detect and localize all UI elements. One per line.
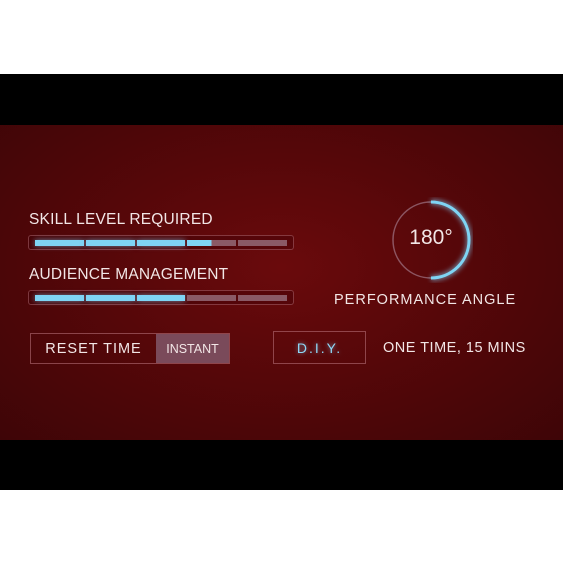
bar-segment (187, 295, 237, 301)
bar-segment (238, 295, 287, 301)
performance-angle-caption: PERFORMANCE ANGLE (334, 292, 517, 308)
reset-time-label: RESET TIME (45, 340, 142, 357)
bar-segment (136, 295, 186, 301)
audience-management-bar (28, 290, 294, 305)
bar-segment (85, 295, 135, 301)
reset-time-control: RESET TIME INSTANT (30, 333, 230, 364)
letterbox-bottom (0, 440, 563, 490)
diy-detail: ONE TIME, 15 MINS (383, 340, 526, 356)
letterbox-top (0, 74, 563, 125)
bar-segment (35, 240, 84, 246)
bar-segment (136, 240, 186, 246)
diy-badge: D.I.Y. (273, 331, 366, 364)
bar-segment (85, 240, 135, 246)
angle-value: 180° (409, 226, 453, 249)
skill-level-bar (28, 235, 294, 250)
skill-level-label: SKILL LEVEL REQUIRED (29, 211, 213, 228)
reset-time-value: INSTANT (156, 334, 229, 363)
audience-management-label: AUDIENCE MANAGEMENT (29, 266, 229, 283)
bar-segment (35, 295, 84, 301)
bar-segment (238, 240, 287, 246)
bar-segment (187, 240, 237, 246)
